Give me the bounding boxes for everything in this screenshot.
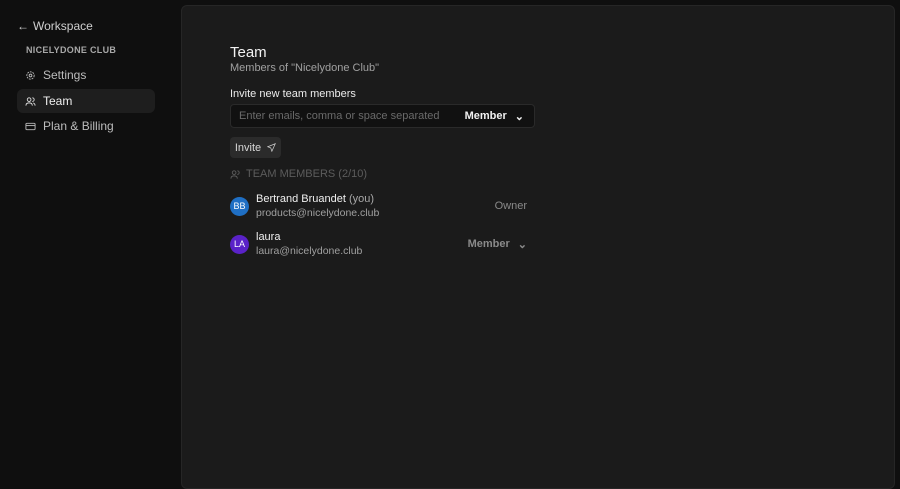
invite-role-value: Member (464, 110, 507, 122)
avatar: BB (230, 196, 249, 216)
back-to-workspace-link[interactable]: ← Workspace (17, 19, 93, 33)
member-role-select[interactable]: Member ⌄ (468, 238, 527, 251)
sidebar: ← Workspace NICELYDONE CLUB Settings Tea… (0, 0, 181, 484)
org-name: NICELYDONE CLUB (26, 45, 117, 55)
member-email: products@nicelydone.club (256, 207, 380, 219)
users-icon (25, 96, 36, 106)
member-name: laura (256, 231, 281, 243)
member-email: laura@nicelydone.club (256, 245, 363, 257)
sidebar-item-label: Plan & Billing (43, 119, 114, 133)
invite-role-select[interactable]: Member ⌄ (465, 110, 524, 123)
sidebar-item-plan-billing[interactable]: Plan & Billing (17, 114, 155, 138)
back-label: Workspace (33, 19, 93, 33)
invite-button-label: Invite (234, 141, 262, 154)
member-row: BB Bertrand Bruandet (you) products@nice… (230, 191, 527, 221)
team-panel: Team Members of "Nicelydone Club" Invite… (181, 5, 895, 489)
invite-emails-input[interactable] (239, 110, 465, 122)
credit-card-icon (25, 122, 36, 130)
page-subtitle: Members of "Nicelydone Club" (230, 62, 380, 74)
arrow-left-icon: ← (17, 19, 29, 33)
users-icon (230, 169, 240, 179)
chevron-down-icon: ⌄ (514, 110, 524, 123)
member-role-value: Member (467, 238, 510, 250)
avatar: LA (230, 234, 249, 254)
members-header: TEAM MEMBERS (2/10) (230, 168, 367, 180)
sidebar-item-label: Team (43, 94, 73, 108)
member-row: LA laura laura@nicelydone.club Member ⌄ (230, 229, 527, 259)
page-title: Team (230, 44, 267, 61)
member-role: Owner (494, 200, 527, 212)
sidebar-item-settings[interactable]: Settings (17, 63, 155, 87)
sidebar-item-label: Settings (43, 68, 87, 82)
gear-icon (26, 70, 35, 80)
send-icon (267, 143, 277, 152)
sidebar-item-team[interactable]: Team (17, 89, 155, 113)
member-name: Bertrand Bruandet (256, 193, 346, 205)
members-header-label: TEAM MEMBERS (2/10) (246, 168, 368, 180)
invite-button[interactable]: Invite (230, 137, 281, 158)
chevron-down-icon: ⌄ (517, 238, 527, 251)
member-you-tag: (you) (348, 193, 375, 205)
invite-label: Invite new team members (230, 88, 356, 100)
invite-field: Member ⌄ (230, 104, 535, 128)
